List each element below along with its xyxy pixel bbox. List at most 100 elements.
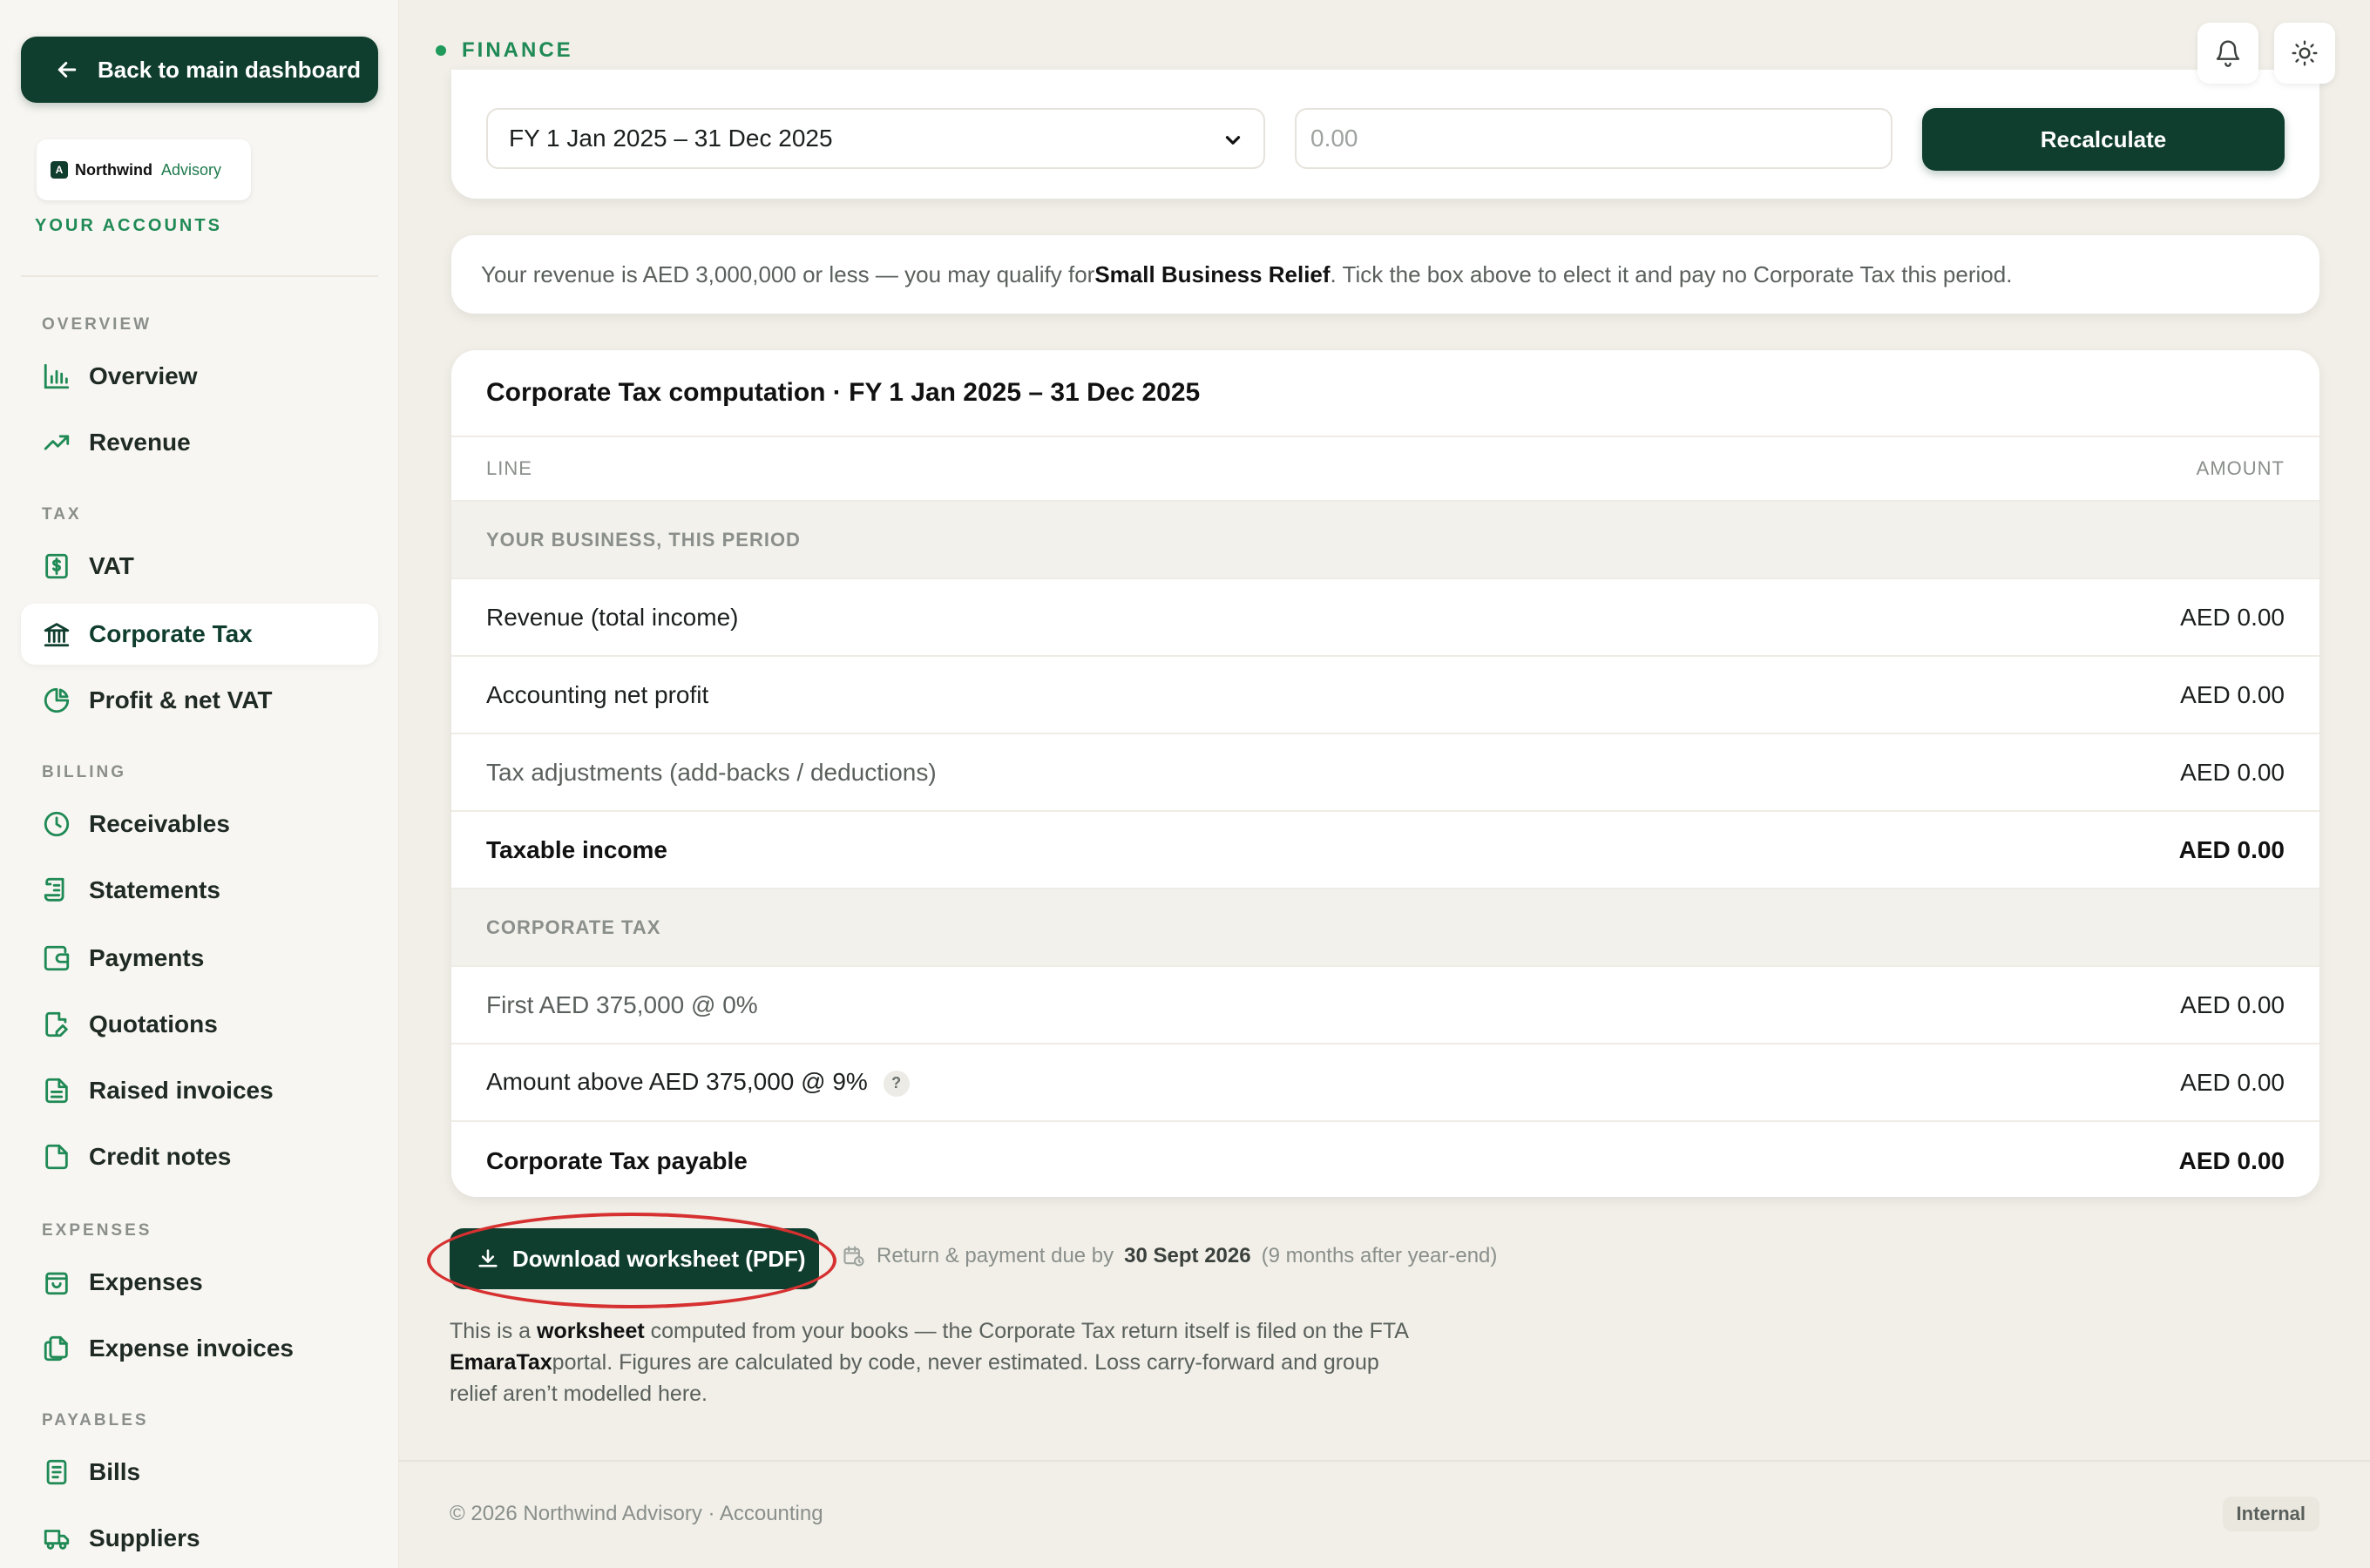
table-row-taxable-income: Taxable income AED 0.00 <box>451 812 2319 889</box>
chevron-down-icon <box>1225 136 1241 145</box>
file-edit-icon <box>45 1011 68 1037</box>
disclaimer-p1: This is a <box>450 1319 538 1343</box>
due-prefix: Return & payment due by <box>877 1244 1114 1267</box>
section-row-corporate-tax: CORPORATE TAX <box>451 889 2319 967</box>
nav-group-payables: PAYABLES <box>42 1411 149 1429</box>
clock-icon <box>44 811 70 837</box>
row-amount: AED 0.00 <box>2180 758 2285 786</box>
row-amount: AED 0.00 <box>2178 1146 2285 1174</box>
brand-mark-icon: A <box>51 161 68 179</box>
sidebar-item-label: Credit notes <box>89 1143 232 1170</box>
sidebar-item-label: Bills <box>89 1458 141 1485</box>
scroll-icon <box>44 877 64 902</box>
period-select-value: FY 1 Jan 2025 – 31 Dec 2025 <box>509 125 833 152</box>
sidebar-item-overview[interactable]: Overview <box>21 346 378 407</box>
disclaimer-text: This is a worksheet computed from your b… <box>450 1315 1425 1409</box>
sidebar-item-vat[interactable]: VAT <box>21 536 378 597</box>
column-header-amount: AMOUNT <box>2196 457 2285 479</box>
section-label: YOUR BUSINESS, THIS PERIOD <box>486 528 801 551</box>
corporate-tax-computation-card: Corporate Tax computation · FY 1 Jan 202… <box>451 350 2319 1197</box>
bank-building-icon <box>44 623 70 647</box>
highlight-ring <box>427 1213 836 1308</box>
help-icon[interactable]: ? <box>883 1070 910 1097</box>
section-row-business: YOUR BUSINESS, THIS PERIOD <box>451 502 2319 579</box>
sidebar-item-expense-invoices[interactable]: Expense invoices <box>21 1318 378 1379</box>
table-header: LINE AMOUNT <box>451 436 2319 502</box>
sidebar-divider <box>21 275 378 277</box>
row-label: Accounting net profit <box>486 680 709 708</box>
footer-copyright: © 2026 Northwind Advisory · Accounting <box>450 1502 823 1525</box>
row-label: Amount above AED 375,000 @ 9% <box>486 1068 868 1096</box>
section-label-text: FINANCE <box>462 38 573 62</box>
period-select[interactable]: FY 1 Jan 2025 – 31 Dec 2025 <box>486 108 1265 169</box>
row-amount: AED 0.00 <box>2180 1068 2285 1096</box>
file-icon <box>45 1144 68 1170</box>
table-row: First AED 375,000 @ 0% AED 0.00 <box>451 967 2319 1044</box>
brand-name: Northwind <box>75 160 152 179</box>
arrow-left-icon <box>58 62 77 78</box>
due-suffix: (9 months after year-end) <box>1261 1244 1498 1267</box>
due-date: 30 Sept 2026 <box>1124 1244 1251 1267</box>
calendar-clock-icon <box>843 1246 864 1267</box>
receipt-icon <box>46 1459 67 1485</box>
sidebar-item-suppliers[interactable]: Suppliers <box>21 1508 378 1568</box>
nav-group-billing: BILLING <box>42 763 126 781</box>
sidebar-item-label: Overview <box>89 362 198 389</box>
computation-title: Corporate Tax computation · FY 1 Jan 202… <box>486 378 1201 407</box>
disclaimer-p3: portal. Figures are calculated by code, … <box>450 1350 1379 1406</box>
table-row: Revenue (total income) AED 0.00 <box>451 579 2319 657</box>
sidebar: Back to main dashboard A Northwind Advis… <box>0 0 399 1568</box>
disclaimer-p2: computed from your books — the Corporate… <box>644 1319 1408 1343</box>
sidebar-item-bills[interactable]: Bills <box>21 1442 378 1503</box>
sidebar-item-label: Expenses <box>89 1268 203 1295</box>
sidebar-item-profit-net-vat[interactable]: Profit & net VAT <box>21 670 378 731</box>
theme-toggle-button[interactable] <box>2274 23 2335 84</box>
nav-group-expenses: EXPENSES <box>42 1221 152 1240</box>
notifications-button[interactable] <box>2197 23 2258 84</box>
back-to-dashboard-label: Back to main dashboard <box>98 56 361 83</box>
nav-group-overview: OVERVIEW <box>42 315 152 334</box>
nav-group-tax: TAX <box>42 505 82 524</box>
brand-sub: Advisory <box>160 160 222 179</box>
sidebar-item-receivables[interactable]: Receivables <box>21 794 378 855</box>
truck-icon <box>44 1530 70 1550</box>
sidebar-item-label: Corporate Tax <box>89 620 253 647</box>
sidebar-item-label: Expense invoices <box>89 1335 295 1362</box>
your-accounts-link[interactable]: YOUR ACCOUNTS <box>35 216 222 236</box>
sidebar-item-label: Suppliers <box>89 1524 200 1551</box>
table-row: Tax adjustments (add-backs / deductions)… <box>451 734 2319 812</box>
footer-divider <box>399 1460 2370 1462</box>
sidebar-item-expenses[interactable]: Expenses <box>21 1252 378 1313</box>
sidebar-item-label: Receivables <box>89 810 230 837</box>
files-icon <box>44 1335 68 1362</box>
sidebar-item-corporate-tax[interactable]: Corporate Tax <box>21 604 378 665</box>
sidebar-item-credit-notes[interactable]: Credit notes <box>21 1126 378 1187</box>
section-label: CORPORATE TAX <box>486 916 661 938</box>
notice-text-before: Your revenue is AED 3,000,000 or less — … <box>481 260 1095 287</box>
row-label: First AED 375,000 @ 0% <box>486 990 758 1018</box>
sidebar-item-label: Statements <box>89 876 220 903</box>
row-label: Taxable income <box>486 835 668 863</box>
back-to-dashboard-button[interactable]: Back to main dashboard <box>21 37 378 103</box>
recalculate-button[interactable]: Recalculate <box>1922 108 2285 171</box>
table-row: Amount above AED 375,000 @ 9% ? AED 0.00 <box>451 1044 2319 1122</box>
trending-up-icon <box>44 435 70 450</box>
row-label: Tax adjustments (add-backs / deductions) <box>486 758 937 786</box>
amount-input[interactable] <box>1295 108 1893 169</box>
section-label: FINANCE <box>436 38 573 63</box>
row-label: Revenue (total income) <box>486 603 739 631</box>
row-amount: AED 0.00 <box>2180 990 2285 1018</box>
brand-logo[interactable]: A Northwind Advisory <box>37 139 251 200</box>
sun-icon <box>2292 40 2318 66</box>
notice-highlight: Small Business Relief <box>1094 260 1331 287</box>
sidebar-item-payments[interactable]: Payments <box>21 928 378 989</box>
sidebar-item-label: Payments <box>89 944 205 971</box>
sidebar-item-quotations[interactable]: Quotations <box>21 994 378 1055</box>
sidebar-item-raised-invoices[interactable]: Raised invoices <box>21 1060 378 1121</box>
sidebar-item-statements[interactable]: Statements <box>21 860 378 921</box>
sidebar-item-revenue[interactable]: Revenue <box>21 412 378 473</box>
sidebar-item-label: Profit & net VAT <box>89 686 273 713</box>
bell-icon <box>2216 40 2240 67</box>
row-amount: AED 0.00 <box>2178 835 2285 863</box>
shopping-bag-icon <box>45 1272 68 1295</box>
